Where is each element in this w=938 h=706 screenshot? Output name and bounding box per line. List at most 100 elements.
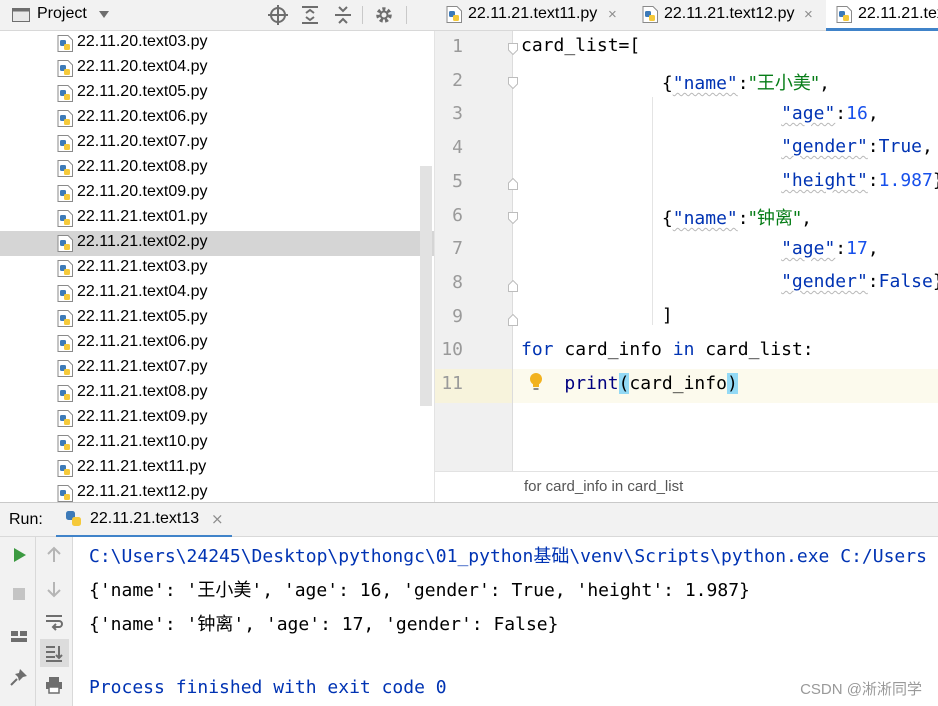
fold-end-marker-icon[interactable]: [508, 280, 518, 292]
stop-icon[interactable]: [9, 584, 29, 604]
pin-icon[interactable]: [9, 667, 29, 687]
code-token: (: [618, 373, 630, 394]
tab-text12[interactable]: 22.11.21.text12.py ×: [632, 0, 826, 30]
fold-marker-icon[interactable]: [508, 43, 518, 55]
code-token: :: [835, 238, 847, 259]
tree-file-item[interactable]: 22.11.21.text02.py: [0, 231, 434, 256]
close-icon[interactable]: ×: [804, 6, 813, 23]
tree-file-item[interactable]: 22.11.21.text09.py: [0, 406, 434, 431]
tree-file-item[interactable]: 22.11.20.text09.py: [0, 181, 434, 206]
project-tree: 22.11.20.text03.py 22.11.20.text04.py 22.1…: [0, 31, 434, 502]
line-number[interactable]: 5: [435, 171, 463, 192]
close-icon[interactable]: ×: [608, 6, 617, 23]
tree-file-item[interactable]: 22.11.21.text07.py: [0, 356, 434, 381]
tree-file-item[interactable]: 22.11.21.text08.py: [0, 381, 434, 406]
tree-file-item[interactable]: 22.11.21.text04.py: [0, 281, 434, 306]
dropdown-caret-icon[interactable]: [99, 11, 109, 19]
tab-text11[interactable]: 22.11.21.text11.py ×: [436, 0, 632, 30]
scroll-down-icon[interactable]: [44, 579, 64, 599]
python-file-icon: [57, 160, 73, 177]
code-token: in: [672, 339, 695, 360]
project-title[interactable]: Project: [37, 5, 87, 23]
line-number[interactable]: 9: [435, 306, 463, 327]
tree-file-item[interactable]: 22.11.21.text01.py: [0, 206, 434, 231]
project-folder-icon: [12, 8, 30, 22]
scroll-up-icon[interactable]: [44, 545, 64, 565]
expand-all-icon[interactable]: [299, 4, 321, 26]
scroll-to-end-icon[interactable]: [44, 643, 64, 663]
code-line-7: "age":17,: [521, 238, 879, 259]
tree-file-item[interactable]: 22.11.20.text08.py: [0, 156, 434, 181]
file-label: 22.11.20.text03.py: [77, 33, 208, 50]
code-token: "gender": [781, 136, 868, 157]
gear-icon[interactable]: [373, 4, 395, 26]
lightbulb-icon[interactable]: [529, 372, 543, 392]
soft-wrap-icon[interactable]: [44, 611, 64, 631]
line-number[interactable]: 8: [435, 272, 463, 293]
line-number[interactable]: 10: [435, 339, 463, 360]
console-command-line[interactable]: C:\Users\24245\Desktop\pythongc\01_pytho…: [89, 542, 927, 568]
tab-text13[interactable]: 22.11.21.text13.py: [826, 0, 938, 30]
file-label: 22.11.20.text07.py: [77, 133, 208, 150]
file-label: 22.11.20.text06.py: [77, 108, 208, 125]
code-line-9: ]: [521, 305, 673, 326]
tree-file-item[interactable]: 22.11.20.text05.py: [0, 81, 434, 106]
watermark: CSDN @淅淅同学: [800, 681, 922, 698]
tree-file-item[interactable]: 22.11.21.text12.py: [0, 481, 434, 502]
code-token: "age": [781, 238, 836, 259]
tab-label: 22.11.21.text13.py: [858, 5, 938, 22]
close-icon[interactable]: ×: [211, 510, 224, 528]
file-label: 22.11.21.text12.py: [77, 483, 208, 500]
console-output-line: {'name': '王小美', 'age': 16, 'gender': Tru…: [89, 580, 750, 601]
tree-file-item[interactable]: 22.11.20.text03.py: [0, 31, 434, 56]
file-label: 22.11.20.text04.py: [77, 58, 208, 75]
locate-icon[interactable]: [267, 4, 289, 26]
tree-file-item[interactable]: 22.11.21.text11.py: [0, 456, 434, 481]
tree-scrollbar[interactable]: [420, 166, 432, 406]
line-number[interactable]: 1: [435, 36, 463, 57]
python-file-icon: [57, 335, 73, 352]
line-number[interactable]: 3: [435, 103, 463, 124]
tree-file-item[interactable]: 22.11.20.text06.py: [0, 106, 434, 131]
code-line-6: {"name":"钟离",: [521, 204, 812, 230]
tree-file-item[interactable]: 22.11.21.text03.py: [0, 256, 434, 281]
layout-icon[interactable]: [9, 627, 29, 647]
fold-end-marker-icon[interactable]: [508, 314, 518, 326]
breadcrumb[interactable]: for card_info in card_list: [435, 471, 938, 502]
python-file-icon: [57, 85, 73, 102]
line-number[interactable]: 2: [435, 70, 463, 91]
breadcrumb-item[interactable]: for card_info in card_list: [524, 478, 683, 495]
tree-file-item[interactable]: 22.11.21.text05.py: [0, 306, 434, 331]
code-token: "王小美": [748, 73, 820, 94]
file-label: 22.11.20.text05.py: [77, 83, 208, 100]
code-token: :: [867, 271, 879, 292]
line-number[interactable]: 7: [435, 238, 463, 259]
python-file-icon: [57, 60, 73, 77]
code-line-1: card_list=[: [521, 35, 640, 56]
tree-file-item[interactable]: 22.11.21.text06.py: [0, 331, 434, 356]
print-icon[interactable]: [44, 675, 64, 695]
tree-file-item[interactable]: 22.11.20.text04.py: [0, 56, 434, 81]
file-label: 22.11.21.text10.py: [77, 433, 208, 450]
code-token: False: [878, 271, 933, 292]
line-number[interactable]: 11: [435, 373, 463, 394]
console-output[interactable]: C:\Users\24245\Desktop\pythongc\01_pytho…: [73, 537, 938, 706]
run-tab[interactable]: 22.11.21.text13 ×: [56, 503, 232, 537]
fold-marker-icon[interactable]: [508, 212, 518, 224]
line-number[interactable]: 6: [435, 205, 463, 226]
fold-marker-icon[interactable]: [508, 77, 518, 89]
code-editor[interactable]: 1 2 3 4 5 6 7 8 9 10 11 card_list=[ {"name":"王小美",…: [434, 31, 938, 502]
file-label: 22.11.21.text02.py: [77, 233, 208, 250]
toolbar-divider: [362, 6, 363, 24]
code-line-4: "gender":True,: [521, 136, 933, 157]
line-number[interactable]: 4: [435, 137, 463, 158]
tree-file-item[interactable]: 22.11.20.text07.py: [0, 131, 434, 156]
run-icon[interactable]: [9, 545, 29, 565]
tree-file-item[interactable]: 22.11.21.text10.py: [0, 431, 434, 456]
fold-end-marker-icon[interactable]: [508, 178, 518, 190]
code-token: :: [835, 103, 847, 124]
code-token: }: [933, 271, 938, 292]
file-label: 22.11.20.text08.py: [77, 158, 208, 175]
collapse-all-icon[interactable]: [332, 4, 354, 26]
file-label: 22.11.21.text06.py: [77, 333, 208, 350]
